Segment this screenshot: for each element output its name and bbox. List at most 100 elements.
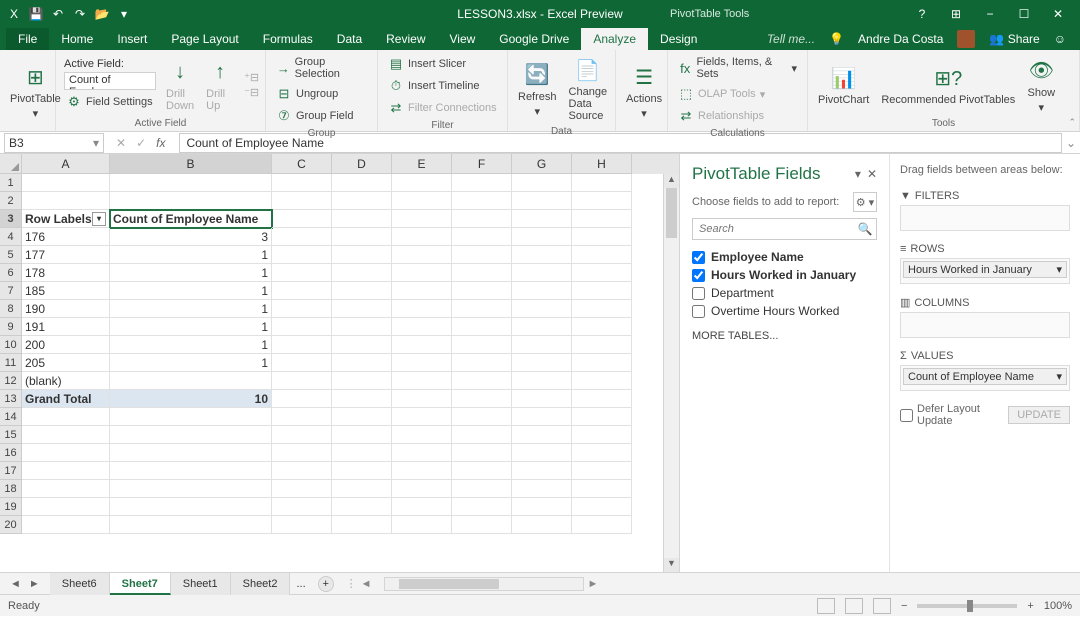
col-header-a[interactable]: A (22, 154, 110, 174)
col-header-e[interactable]: E (392, 154, 452, 174)
cell[interactable] (392, 174, 452, 192)
cell[interactable] (110, 498, 272, 516)
cell[interactable] (392, 426, 452, 444)
group-selection-button[interactable]: →Group Selection (274, 54, 369, 82)
cell[interactable]: 205 (22, 354, 110, 372)
cell[interactable]: 1 (110, 264, 272, 282)
cell[interactable] (452, 462, 512, 480)
tab-design[interactable]: Design (648, 28, 709, 50)
more-sheets-button[interactable]: ... (290, 578, 311, 590)
cell[interactable] (452, 444, 512, 462)
cell[interactable] (572, 390, 632, 408)
cell[interactable] (452, 426, 512, 444)
cell[interactable] (392, 390, 452, 408)
cell[interactable]: Count of Employee Name (110, 210, 272, 228)
col-header-b[interactable]: B (110, 154, 272, 174)
panel-close-icon[interactable]: ✕ (867, 167, 877, 181)
row-header[interactable]: 6 (0, 264, 22, 282)
cell[interactable] (332, 372, 392, 390)
cell[interactable] (272, 408, 332, 426)
zoom-out-button[interactable]: − (901, 600, 907, 612)
cell[interactable] (110, 408, 272, 426)
cell[interactable] (22, 192, 110, 210)
col-header-g[interactable]: G (512, 154, 572, 174)
row-header[interactable]: 16 (0, 444, 22, 462)
cell[interactable] (572, 174, 632, 192)
field-item[interactable]: Employee Name (692, 248, 877, 266)
save-icon[interactable]: 💾 (28, 6, 44, 22)
cell[interactable] (512, 372, 572, 390)
field-checkbox[interactable] (692, 251, 705, 264)
cell[interactable] (272, 174, 332, 192)
lightbulb-icon[interactable]: 💡 (829, 32, 844, 46)
user-name[interactable]: Andre Da Costa (858, 32, 943, 46)
col-header-c[interactable]: C (272, 154, 332, 174)
drill-down-button[interactable]: ↓Drill Down (164, 56, 196, 114)
cell[interactable] (392, 480, 452, 498)
cell[interactable] (332, 408, 392, 426)
actions-button[interactable]: ☰Actions▾ (624, 61, 664, 122)
cell[interactable] (22, 426, 110, 444)
cell[interactable] (572, 426, 632, 444)
cell[interactable] (572, 246, 632, 264)
cell[interactable] (332, 246, 392, 264)
row-header[interactable]: 7 (0, 282, 22, 300)
cell[interactable] (22, 462, 110, 480)
field-checkbox[interactable] (692, 269, 705, 282)
cell[interactable] (512, 354, 572, 372)
tab-file[interactable]: File (6, 28, 49, 50)
cell[interactable] (512, 228, 572, 246)
cell[interactable] (332, 516, 392, 534)
prev-sheet-icon[interactable]: ◄ (10, 578, 21, 590)
feedback-icon[interactable]: ☺ (1054, 32, 1066, 46)
cell[interactable] (110, 372, 272, 390)
cell[interactable] (110, 444, 272, 462)
cell[interactable] (452, 192, 512, 210)
cell[interactable]: 191 (22, 318, 110, 336)
cell[interactable] (452, 516, 512, 534)
cell[interactable] (272, 390, 332, 408)
filter-connections-button[interactable]: ⇄Filter Connections (386, 98, 499, 118)
cell[interactable] (512, 462, 572, 480)
cell[interactable]: 1 (110, 246, 272, 264)
cell[interactable]: 10 (110, 390, 272, 408)
cell[interactable] (272, 426, 332, 444)
cell[interactable] (392, 264, 452, 282)
refresh-button[interactable]: 🔄Refresh▾ (516, 59, 559, 120)
cell[interactable]: 1 (110, 354, 272, 372)
avatar[interactable] (957, 30, 975, 48)
cell[interactable] (272, 192, 332, 210)
ungroup-button[interactable]: ⊟Ungroup (274, 84, 369, 104)
zoom-in-button[interactable]: + (1027, 600, 1033, 612)
tab-google-drive[interactable]: Google Drive (487, 28, 581, 50)
chevron-down-icon[interactable]: ▾ (1056, 263, 1062, 276)
pivottable-button[interactable]: ⊞PivotTable▾ (8, 61, 63, 122)
open-icon[interactable]: 📂 (94, 6, 110, 22)
next-sheet-icon[interactable]: ► (29, 578, 40, 590)
tab-view[interactable]: View (438, 28, 488, 50)
maximize-button[interactable]: ☐ (1012, 7, 1036, 21)
values-area-item[interactable]: Count of Employee Name▾ (903, 368, 1067, 385)
hscroll-right-icon[interactable]: ► (584, 578, 603, 590)
cell[interactable] (272, 228, 332, 246)
cell[interactable] (332, 318, 392, 336)
zoom-level[interactable]: 100% (1044, 600, 1072, 612)
row-header[interactable]: 14 (0, 408, 22, 426)
cell[interactable] (452, 354, 512, 372)
sheet-tab[interactable]: Sheet2 (231, 573, 291, 595)
chevron-down-icon[interactable]: ▾ (1056, 370, 1062, 383)
cell[interactable] (22, 408, 110, 426)
tab-analyze[interactable]: Analyze (581, 28, 648, 50)
cell[interactable] (22, 498, 110, 516)
help-icon[interactable]: ? (910, 7, 934, 21)
horizontal-scrollbar[interactable] (384, 577, 584, 591)
enter-formula-icon[interactable]: ✓ (136, 136, 146, 150)
expand-field-icon[interactable]: ⁺⊟ (244, 71, 259, 84)
normal-view-button[interactable] (817, 598, 835, 614)
cell[interactable] (512, 408, 572, 426)
cell[interactable] (332, 444, 392, 462)
cell[interactable] (22, 174, 110, 192)
active-field-input[interactable]: Count of Employe (64, 72, 156, 90)
cell[interactable] (272, 210, 332, 228)
cell[interactable] (452, 210, 512, 228)
